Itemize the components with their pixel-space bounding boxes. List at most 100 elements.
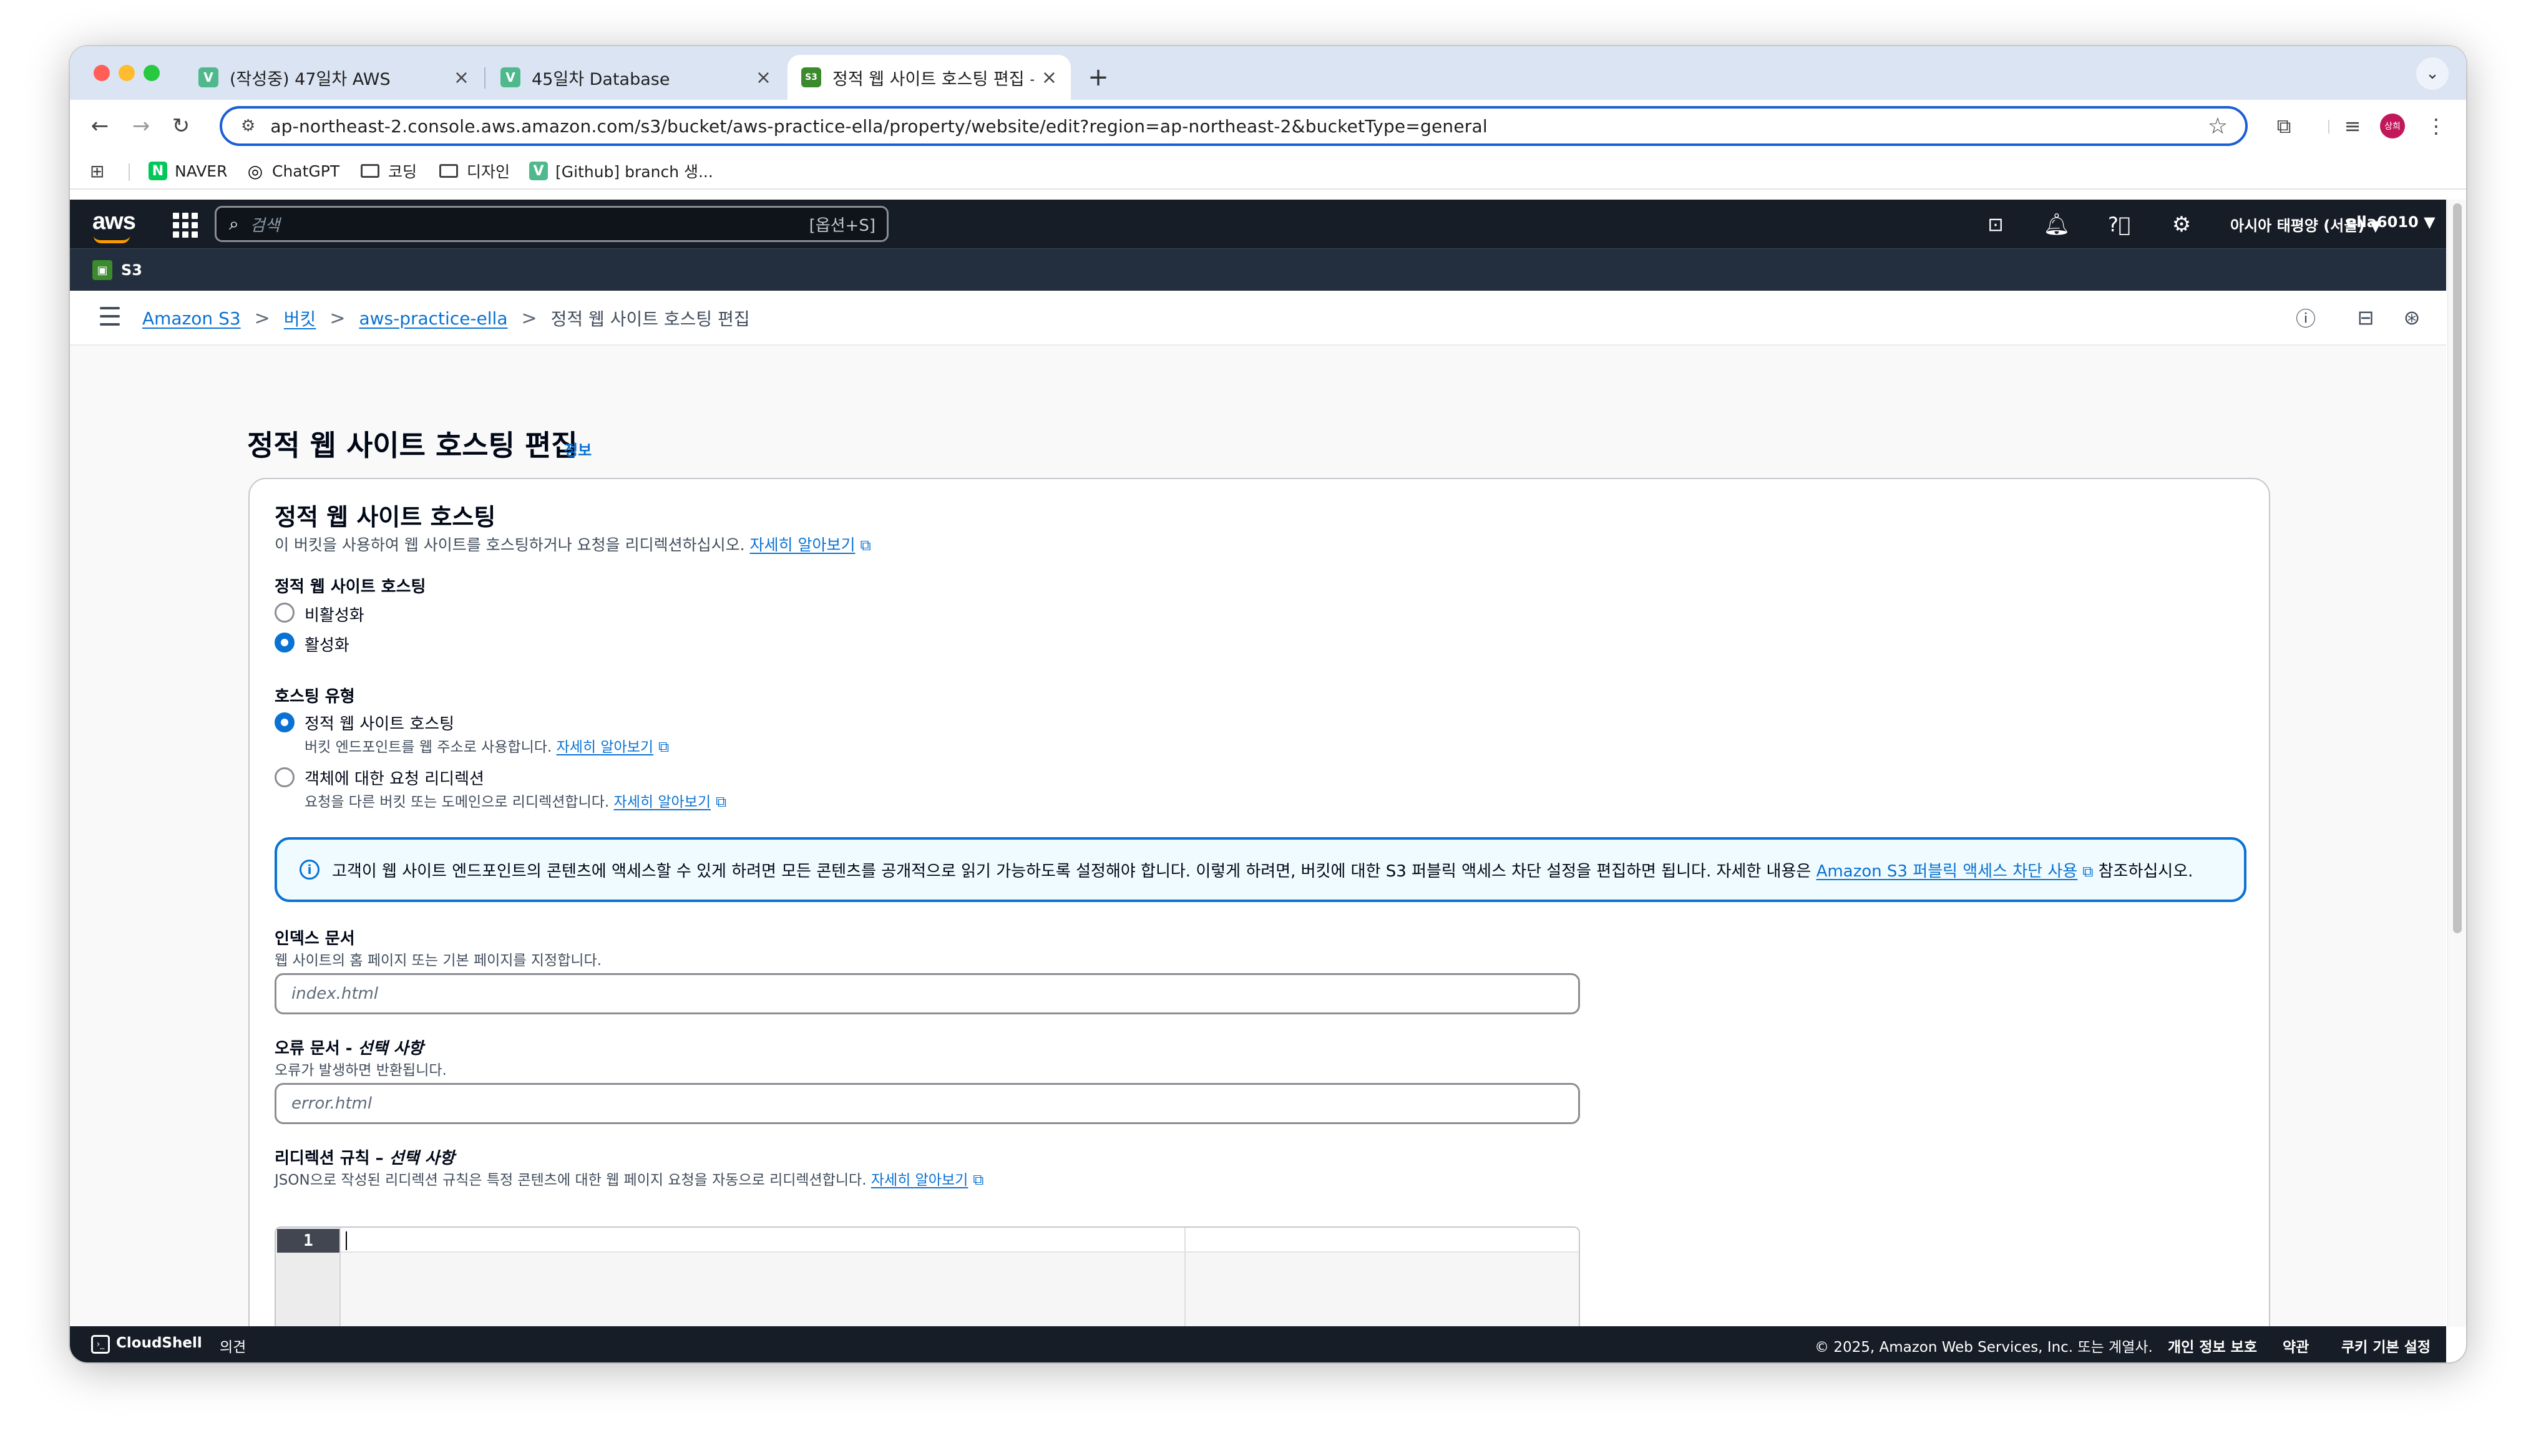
error-label-text: 오류 문서 - bbox=[275, 1039, 358, 1058]
bookmark-label: [Github] branch 생... bbox=[555, 163, 713, 181]
bookmark-github-branch[interactable]: V [Github] branch 생... bbox=[529, 160, 713, 182]
option-description: 버킷 엔드포인트를 웹 주소로 사용합니다. bbox=[305, 739, 552, 755]
cookie-preferences-link[interactable]: 쿠키 기본 설정 bbox=[2341, 1335, 2431, 1356]
gear-icon[interactable]: ⚙ bbox=[2168, 211, 2195, 238]
learn-more-link[interactable]: 자세히 알아보기 bbox=[614, 794, 711, 810]
tab-title: 정적 웹 사이트 호스팅 편집 – S3 버 bbox=[832, 69, 1034, 89]
forward-arrow-icon[interactable]: → bbox=[125, 110, 157, 142]
tab-database-notes[interactable]: V 45일차 Database × bbox=[487, 55, 785, 100]
services-grid-icon[interactable] bbox=[171, 211, 198, 238]
feedback-icon[interactable]: ⊛ bbox=[2399, 304, 2425, 331]
minimize-window-button[interactable] bbox=[119, 65, 135, 81]
alert-body: 고객이 웹 사이트 엔드포인트의 콘텐츠에 액세스할 수 있게 하려면 모든 콘… bbox=[332, 861, 1812, 881]
url-text[interactable]: ap-northeast-2.console.aws.amazon.com/s3… bbox=[270, 116, 1488, 137]
copyright-text: © 2025, Amazon Web Services, Inc. 또는 계열사… bbox=[1815, 1339, 2153, 1356]
s3-service-link[interactable]: S3 bbox=[121, 261, 142, 279]
error-document-input[interactable] bbox=[291, 1094, 1578, 1113]
index-document-input[interactable] bbox=[291, 984, 1578, 1003]
scrollbar-thumb[interactable] bbox=[2453, 203, 2462, 933]
learn-more-link[interactable]: 자세히 알아보기 bbox=[871, 1172, 968, 1188]
apps-grid-icon[interactable]: ⊞ bbox=[90, 160, 104, 182]
s3-service-icon[interactable]: ▣ bbox=[92, 260, 112, 280]
new-tab-button[interactable]: + bbox=[1081, 60, 1116, 95]
bookmark-star-icon[interactable]: ☆ bbox=[2208, 114, 2228, 139]
bookmark-chatgpt[interactable]: ◎ ChatGPT bbox=[246, 160, 339, 182]
bell-icon[interactable]: 🔔︎ bbox=[2043, 211, 2070, 238]
page-scrollbar[interactable] bbox=[2447, 200, 2466, 1327]
radio-disable-label[interactable]: 비활성화 bbox=[305, 603, 364, 626]
site-settings-icon[interactable]: ⚙ bbox=[241, 117, 255, 135]
terms-link[interactable]: 약관 bbox=[2283, 1335, 2309, 1356]
close-window-button[interactable] bbox=[94, 65, 110, 81]
hosting-type-label: 호스팅 유형 bbox=[275, 687, 355, 706]
help-icon[interactable]: ?⃝ bbox=[2105, 211, 2133, 238]
browser-window: V (작성중) 47일차 AWS × V 45일차 Database × S3 … bbox=[70, 46, 2466, 1362]
media-controls-icon[interactable]: ≡ bbox=[2336, 110, 2369, 142]
menu-kebab-icon[interactable]: ⋮ bbox=[2420, 110, 2452, 142]
radio-redirect[interactable] bbox=[275, 767, 295, 787]
s3-favicon-icon: S3 bbox=[801, 67, 821, 87]
reload-icon[interactable]: ↻ bbox=[165, 110, 197, 142]
account-menu[interactable]: ella6010 ▼ bbox=[2346, 213, 2436, 231]
close-tab-icon[interactable]: × bbox=[454, 67, 469, 89]
index-document-field[interactable] bbox=[275, 973, 1580, 1014]
breadcrumb-buckets[interactable]: 버킷 bbox=[284, 306, 316, 331]
cloudshell-button[interactable]: CloudShell bbox=[116, 1335, 202, 1351]
bookmark-folder-coding[interactable]: 코딩 bbox=[361, 160, 417, 182]
error-document-field[interactable] bbox=[275, 1083, 1580, 1124]
radio-enable-label[interactable]: 활성화 bbox=[305, 633, 349, 656]
address-bar[interactable]: ⚙ ap-northeast-2.console.aws.amazon.com/… bbox=[220, 106, 2248, 146]
block-public-access-link[interactable]: Amazon S3 퍼블릭 액세스 차단 사용 bbox=[1817, 862, 2078, 881]
search-placeholder: 검색 bbox=[250, 216, 280, 235]
external-link-icon: ⧉ bbox=[2082, 862, 2094, 880]
aws-search-input[interactable]: ⌕ 검색 [옵션+S] bbox=[215, 206, 889, 242]
bookmark-naver[interactable]: N NAVER bbox=[149, 160, 227, 182]
index-document-label: 인덱스 문서 bbox=[275, 929, 355, 948]
error-document-label: 오류 문서 - 선택 사항 bbox=[275, 1036, 423, 1059]
radio-static-hosting[interactable] bbox=[275, 712, 295, 732]
profile-avatar[interactable]: 상희 bbox=[2380, 114, 2405, 138]
bookmark-folder-design[interactable]: 디자인 bbox=[439, 160, 510, 182]
radio-static-hosting-label[interactable]: 정적 웹 사이트 호스팅 bbox=[305, 711, 454, 734]
editor-print-margin bbox=[1184, 1228, 1186, 1327]
tab-s3-edit[interactable]: S3 정적 웹 사이트 호스팅 편집 – S3 버 × bbox=[788, 55, 1071, 100]
breadcrumb-bucket[interactable]: aws-practice-ella bbox=[359, 308, 507, 329]
naver-icon: N bbox=[149, 162, 167, 180]
aws-logo[interactable]: aws bbox=[92, 208, 136, 243]
menu-hamburger-icon[interactable] bbox=[100, 307, 120, 326]
back-arrow-icon[interactable]: ← bbox=[84, 110, 116, 142]
tab-search-button[interactable]: ⌄ bbox=[2416, 57, 2449, 90]
learn-more-link[interactable]: 자세히 알아보기 bbox=[750, 536, 856, 554]
external-link-icon: ⧉ bbox=[658, 738, 670, 755]
maximize-window-button[interactable] bbox=[144, 65, 160, 81]
close-tab-icon[interactable]: × bbox=[756, 67, 771, 89]
close-tab-icon[interactable]: × bbox=[1041, 67, 1057, 89]
index-document-desc: 웹 사이트의 홈 페이지 또는 기본 페이지를 지정합니다. bbox=[275, 953, 602, 969]
radio-disable[interactable] bbox=[275, 603, 295, 623]
split-panel-icon[interactable]: ⊟ bbox=[2353, 304, 2379, 331]
search-shortcut: [옵션+S] bbox=[809, 216, 875, 235]
tab-aws-notes[interactable]: V (작성중) 47일차 AWS × bbox=[185, 55, 483, 100]
breadcrumb-amazon-s3[interactable]: Amazon S3 bbox=[142, 308, 241, 329]
redirect-rules-desc: JSON으로 작성된 리디렉션 규칙은 특정 콘텐츠에 대한 웹 페이지 요청을… bbox=[275, 1168, 983, 1189]
learn-more-link[interactable]: 자세히 알아보기 bbox=[557, 739, 653, 755]
panel-description: 이 버킷을 사용하여 웹 사이트를 호스팅하거나 요청을 리디렉션하십시오. 자… bbox=[275, 533, 871, 555]
extensions-icon[interactable]: ⧉ bbox=[2268, 110, 2300, 142]
radio-static-hosting-desc: 버킷 엔드포인트를 웹 주소로 사용합니다. 자세히 알아보기 ⧉ bbox=[305, 735, 669, 756]
radio-redirect-label[interactable]: 객체에 대한 요청 리디렉션 bbox=[305, 766, 484, 789]
info-panel-icon[interactable]: ⓘ bbox=[2293, 304, 2319, 331]
cloudshell-icon[interactable]: ⊡ bbox=[1982, 211, 2009, 238]
bookmark-label: 코딩 bbox=[388, 163, 417, 181]
chevron-right-icon: > bbox=[254, 307, 270, 329]
search-icon: ⌕ bbox=[229, 213, 239, 234]
cloudshell-icon[interactable]: ›_ bbox=[91, 1335, 110, 1354]
redirect-rules-editor[interactable]: 1 bbox=[275, 1226, 1580, 1327]
info-link[interactable]: 정보 bbox=[564, 438, 592, 460]
external-link-icon: ⧉ bbox=[715, 793, 727, 810]
feedback-button[interactable]: 의견 bbox=[220, 1335, 246, 1356]
bookmark-label: ChatGPT bbox=[272, 162, 340, 180]
browser-toolbar: ← → ↻ ⚙ ap-northeast-2.console.aws.amazo… bbox=[70, 100, 2466, 152]
page-title: 정적 웹 사이트 호스팅 편집 bbox=[247, 429, 578, 462]
radio-enable[interactable] bbox=[275, 633, 295, 653]
privacy-link[interactable]: 개인 정보 보호 bbox=[2168, 1335, 2257, 1356]
